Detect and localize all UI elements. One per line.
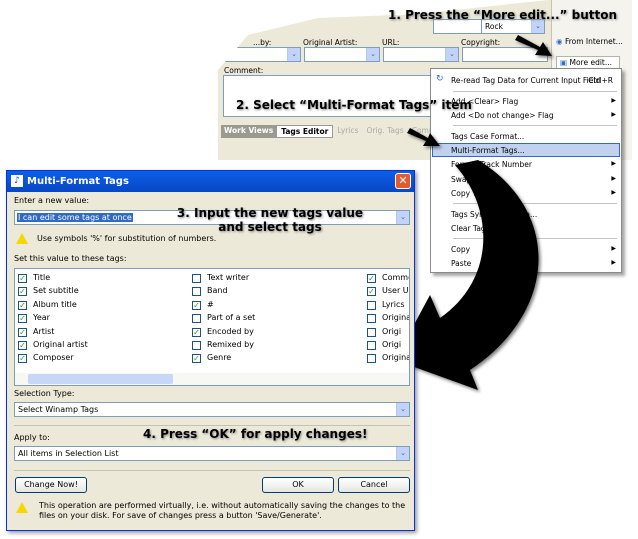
checkbox[interactable]: ✓ — [192, 354, 201, 364]
checkbox[interactable]: ✓ — [18, 341, 27, 350]
annotation-step-4: 4. Press “OK” for apply changes! — [143, 427, 368, 441]
checkbox[interactable] — [367, 327, 376, 337]
checkbox[interactable]: ✓ — [192, 300, 201, 310]
checkbox[interactable] — [367, 354, 376, 364]
selection-type-dropdown[interactable]: Select Winamp Tags ⌄ — [14, 402, 410, 417]
ok-button[interactable]: OK — [262, 477, 334, 493]
tag-checkbox-row[interactable]: ✓ # — [192, 300, 362, 311]
checkbox[interactable] — [192, 341, 201, 350]
arrow-2 — [407, 128, 440, 146]
warning-icon — [16, 233, 28, 244]
annotation-step-3: 3. Input the new tags value and select t… — [176, 206, 364, 234]
tag-checkbox-row[interactable]: ✓ Encoded by — [192, 327, 362, 338]
tag-checkbox-row[interactable]: Lyrics — [367, 300, 409, 311]
big-curved-arrow — [395, 160, 539, 390]
tag-checkbox-row[interactable]: ✓ Composer — [18, 353, 188, 364]
tag-checkbox-row[interactable]: Band — [192, 286, 362, 297]
close-button[interactable]: ✕ — [395, 173, 411, 189]
tag-checkbox-row[interactable]: ✓ Genre — [192, 353, 362, 364]
checkbox[interactable]: ✓ — [192, 327, 201, 337]
checkbox[interactable]: ✓ — [18, 327, 27, 337]
checkbox[interactable]: ✓ — [367, 287, 376, 297]
checkbox[interactable]: ✓ — [18, 354, 27, 364]
checkbox[interactable] — [192, 314, 201, 324]
cancel-button[interactable]: Cancel — [338, 477, 410, 493]
divider — [14, 425, 410, 426]
tag-checkbox-row[interactable]: Part of a set — [192, 313, 362, 324]
tag-checkbox-row[interactable]: Origi — [367, 340, 409, 351]
tag-checkbox-row[interactable]: Original — [367, 313, 409, 324]
checkbox[interactable]: ✓ — [18, 287, 27, 297]
tag-checkbox-row[interactable]: ✓ Title — [18, 273, 188, 284]
checkbox[interactable]: ✓ — [18, 314, 27, 324]
title-bar: ♪ Multi-Format Tags ✕ — [7, 171, 414, 192]
music-note-icon: ♪ — [11, 175, 23, 187]
tag-checkbox-row[interactable]: ✓User UR — [367, 286, 409, 297]
tag-checkbox-row[interactable]: Remixed by — [192, 340, 362, 351]
checkbox[interactable] — [192, 274, 201, 283]
checkbox[interactable]: ✓ — [367, 274, 376, 283]
checkbox[interactable] — [367, 314, 376, 324]
tag-checkbox-row[interactable]: ✓ Original artist — [18, 340, 188, 351]
scrollbar-thumb[interactable] — [28, 374, 173, 384]
checkbox[interactable] — [367, 300, 376, 310]
annotation-step-1: 1. Press the “More edit...” button — [388, 8, 618, 22]
horizontal-scrollbar[interactable] — [15, 373, 409, 385]
tag-checkbox-row[interactable]: Original — [367, 353, 409, 364]
tags-checklist: ✓ Title ✓ Set subtitle ✓ Album title ✓ Year ✓ Art… — [14, 268, 410, 386]
checkbox[interactable] — [367, 341, 376, 350]
tag-checkbox-row[interactable]: Origi — [367, 327, 409, 338]
change-now-button[interactable]: Change Now! — [15, 477, 87, 493]
divider — [14, 470, 410, 471]
checkbox[interactable] — [192, 287, 201, 297]
tag-checkbox-row[interactable]: ✓ Set subtitle — [18, 286, 188, 297]
checkbox[interactable]: ✓ — [18, 300, 27, 310]
warning-icon — [16, 502, 28, 513]
annotation-step-2: 2. Select “Multi-Format Tags” item — [236, 98, 472, 112]
apply-to-dropdown[interactable]: All items in Selection List ⌄ — [14, 446, 410, 461]
arrow-1 — [515, 35, 552, 56]
tag-checkbox-row[interactable]: ✓Commen — [367, 273, 409, 284]
tag-checkbox-row[interactable]: ✓ Year — [18, 313, 188, 324]
tag-checkbox-row[interactable]: Text writer — [192, 273, 362, 284]
checkbox[interactable]: ✓ — [18, 274, 27, 283]
tag-checkbox-row[interactable]: ✓ Album title — [18, 300, 188, 311]
tag-checkbox-row[interactable]: ✓ Artist — [18, 327, 188, 338]
